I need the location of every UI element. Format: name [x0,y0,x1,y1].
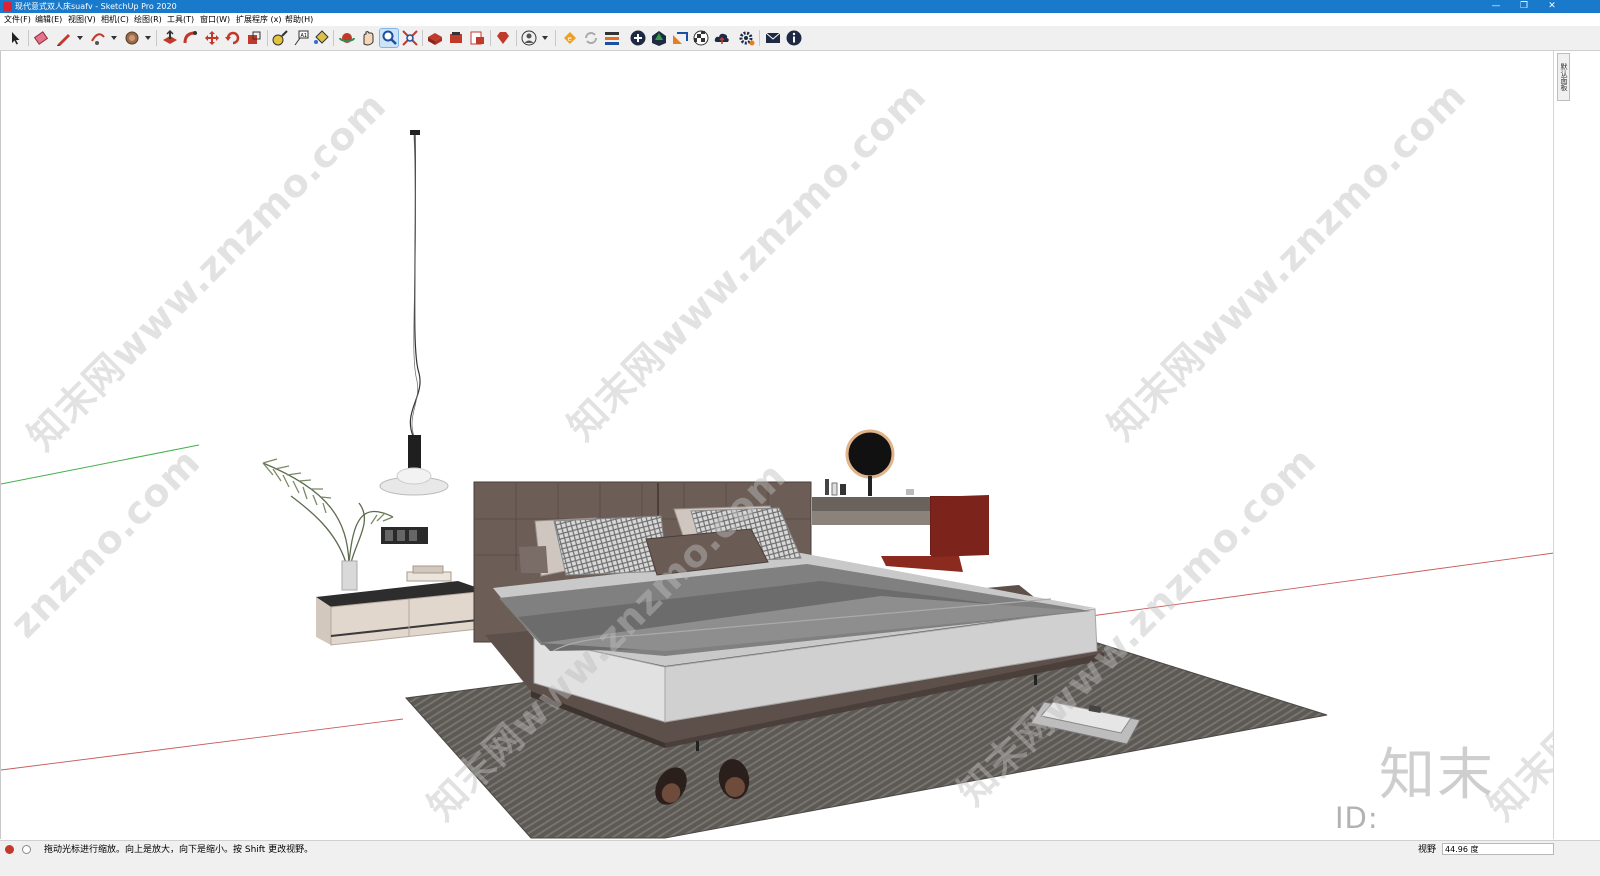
menu-edit[interactable]: 编辑(E) [35,13,62,26]
select-arrow-icon[interactable] [6,29,24,47]
warehouse-icon[interactable] [426,29,444,47]
window-title: 现代意式双人床suafv - SketchUp Pro 2020 [15,2,177,11]
sketchup-app-icon [3,2,12,11]
send-to-layout-icon[interactable] [468,29,486,47]
extension-warehouse-icon[interactable] [447,29,465,47]
menu-camera[interactable]: 相机(C) [101,13,129,26]
measurements-label: 视野 [1418,845,1437,855]
potted-plant [262,458,394,564]
menu-help[interactable]: 帮助(H) [285,13,313,26]
rotate-icon[interactable] [224,29,242,47]
tape-measure-icon[interactable] [271,29,289,47]
main-toolbar: A1 e [0,26,1600,51]
zoom-extents-icon[interactable] [401,29,419,47]
menu-extensions[interactable]: 扩展程序 (x) [236,13,282,26]
plugin-e-icon[interactable]: e [561,29,579,47]
push-pull-icon[interactable] [161,29,179,47]
default-tray-tab[interactable]: 默认面板 [1557,53,1570,101]
arc-icon[interactable] [89,29,107,47]
title-bar: 现代意式双人床suafv - SketchUp Pro 2020 — ❐ ✕ [0,0,1600,13]
measurements-input[interactable]: 44.96 度 [1442,843,1554,855]
geo-location-icon[interactable] [5,845,14,854]
model-viewport[interactable]: 知末网www.znzmo.com 知末网www.znzmo.com 知末网www… [0,51,1554,839]
account-icon[interactable] [520,29,538,47]
layers-icon[interactable] [603,29,621,47]
plant-vase [341,560,358,591]
status-hint: 拖动光标进行缩放。向上是放大，向下是缩小。按 Shift 更改视野。 [44,845,314,855]
minimize-button[interactable]: — [1482,0,1510,13]
menu-view[interactable]: 视图(V) [68,13,96,26]
zoom-icon[interactable] [379,28,399,48]
red-axis-line-left [1,718,404,771]
bedroom-scene [1,130,1554,839]
paint-bucket-icon[interactable] [312,29,330,47]
cloud-upload-icon[interactable] [713,29,731,47]
brand-logo: 知末 [1379,743,1495,808]
follow-me-icon[interactable] [182,29,200,47]
orbit-icon[interactable] [338,29,356,47]
ruby-console-icon[interactable] [494,29,512,47]
pendant-lamp [379,130,449,496]
menu-file[interactable]: 文件(F) [4,13,31,26]
close-button[interactable]: ✕ [1538,0,1566,13]
svg-text:A1: A1 [301,33,308,39]
menu-tools[interactable]: 工具(T) [167,13,194,26]
pencil-line-icon[interactable] [55,29,73,47]
checker-sphere-icon[interactable] [692,29,710,47]
menu-bar: 文件(F) 编辑(E) 视图(V) 相机(C) 绘图(R) 工具(T) 窗口(W… [0,13,1600,26]
maximize-button[interactable]: ❐ [1510,0,1538,13]
scale-icon[interactable] [245,29,263,47]
move-icon[interactable] [203,29,221,47]
sync-icon[interactable] [582,29,600,47]
add-circle-icon[interactable] [629,29,647,47]
menu-draw[interactable]: 绘图(R) [134,13,162,26]
ruler-icon[interactable] [671,29,689,47]
pan-icon[interactable] [359,29,377,47]
default-tray-panel: 默认面板 [1553,51,1600,839]
eraser-icon[interactable] [32,29,50,47]
info-icon[interactable] [785,29,803,47]
settings-gear-icon[interactable] [738,29,756,47]
mail-icon[interactable] [764,29,782,47]
vanity-desk [812,429,989,572]
shape-circle-icon[interactable] [123,29,141,47]
svg-text:e: e [568,35,572,43]
brand-id: ID: 1179196358 [1335,801,1529,839]
menu-window[interactable]: 窗口(W) [200,13,230,26]
info-credit-icon[interactable] [22,845,31,854]
text-label-icon[interactable]: A1 [292,29,310,47]
status-bar: 拖动光标进行缩放。向上是放大，向下是缩小。按 Shift 更改视野。 视野 44… [0,840,1600,876]
tree-icon[interactable] [650,29,668,47]
